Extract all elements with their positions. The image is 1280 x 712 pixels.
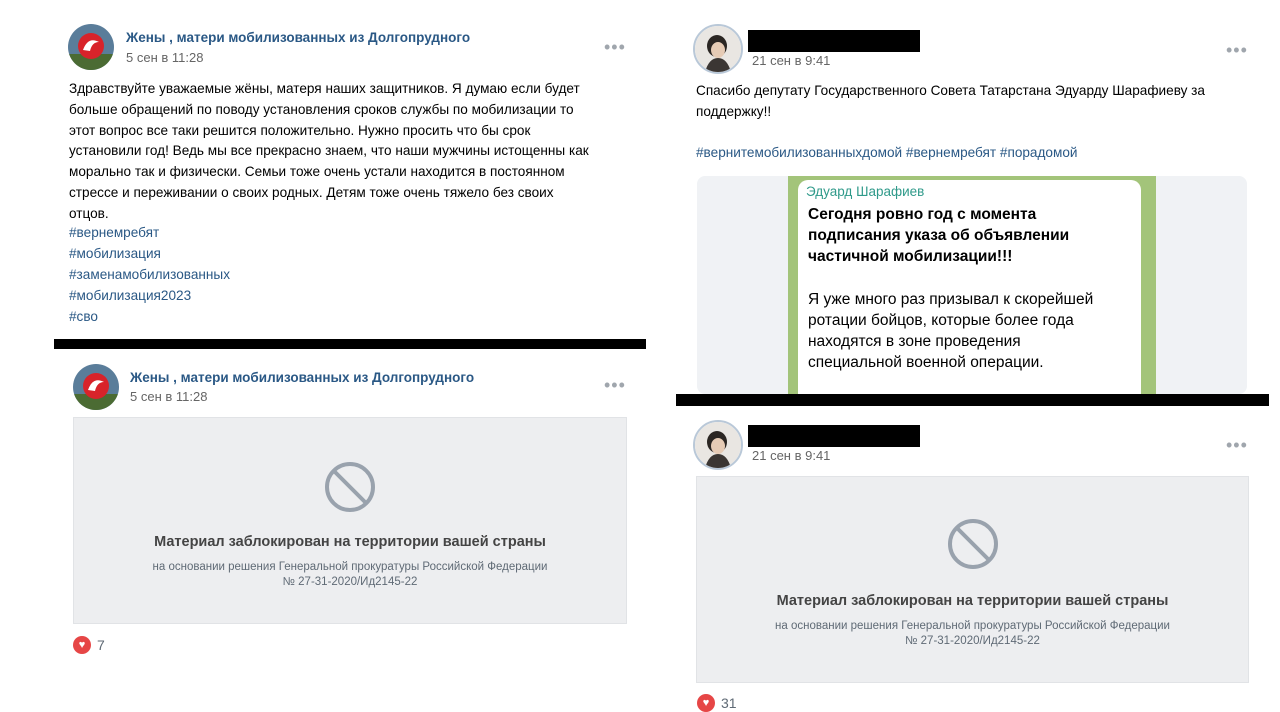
hashtag-link[interactable]: #заменамобилизованных: [69, 267, 230, 282]
quote-bold-text: Сегодня ровно год с момента подписания у…: [808, 204, 1069, 267]
hashtag-link[interactable]: #вернемребят: [69, 225, 159, 240]
blocked-content: Материал заблокирован на территории ваше…: [696, 476, 1249, 683]
text-line: Сегодня ровно год с момента: [808, 206, 1037, 223]
user-avatar[interactable]: [693, 24, 743, 74]
more-icon[interactable]: •••: [604, 376, 626, 394]
hashtag-link[interactable]: #сво: [69, 309, 98, 324]
post-time[interactable]: 21 сен в 9:41: [752, 448, 830, 463]
text-line: Спасибо депутату Государственного Совета…: [696, 83, 1205, 98]
more-icon[interactable]: •••: [1226, 436, 1248, 454]
text-line: Я уже много раз призывал к скорейшей: [808, 291, 1094, 308]
text-line: подписания указа об объявлении: [808, 227, 1070, 244]
redacted-name: [748, 425, 920, 447]
community-logo-icon: [73, 364, 119, 410]
text-line: отцов.: [69, 205, 109, 221]
post-time[interactable]: 21 сен в 9:41: [752, 53, 830, 68]
text-line: находятся в зоне проведения: [808, 333, 1021, 350]
blocked-content: Материал заблокирован на территории ваше…: [73, 417, 627, 624]
text-line: стрессе и переживании о своих родных. Де…: [69, 184, 554, 200]
blocked-reason: на основании решения Генеральной прокура…: [152, 561, 548, 573]
heart-icon: ♥: [697, 694, 715, 712]
like-count: 31: [721, 695, 737, 711]
heart-icon: ♥: [73, 636, 91, 654]
community-avatar[interactable]: [73, 364, 119, 410]
user-photo-icon: [695, 422, 741, 468]
attached-screenshot[interactable]: Эдуард Шарафиев Сегодня ровно год с моме…: [697, 176, 1247, 394]
post-text: Спасибо депутату Государственного Совета…: [696, 81, 1256, 123]
user-photo-icon: [695, 26, 741, 72]
text-line: этот вопрос все таки решится положительн…: [69, 122, 531, 138]
user-avatar[interactable]: [693, 420, 743, 470]
post-author[interactable]: Жены , матери мобилизованных из Долгопру…: [126, 30, 470, 45]
quote-author: Эдуард Шарафиев: [806, 184, 925, 199]
quote-normal-text: Я уже много раз призывал к скорейшей рот…: [808, 289, 1093, 373]
blocked-icon: [948, 519, 998, 569]
text-line: ротации бойцов, которые более года: [808, 312, 1074, 329]
redaction-divider: [676, 394, 1269, 406]
text-line: специальной военной операции.: [808, 354, 1044, 371]
blocked-title: Материал заблокирован на территории ваше…: [776, 593, 1169, 609]
text-line: морально так и физически. Семьи тоже оче…: [69, 164, 565, 180]
blocked-title: Материал заблокирован на территории ваше…: [154, 534, 546, 550]
blocked-reason-number: № 27-31-2020/Ид2145-22: [282, 576, 418, 588]
post-author[interactable]: Жены , матери мобилизованных из Долгопру…: [130, 370, 474, 385]
chat-bubble: Эдуард Шарафиев Сегодня ровно год с моме…: [798, 180, 1141, 394]
like-count: 7: [97, 637, 105, 653]
post-time[interactable]: 5 сен в 11:28: [126, 50, 203, 65]
blocked-icon: [325, 462, 375, 512]
post-text: Здравствуйте уважаемые жёны, матеря наши…: [69, 79, 649, 225]
text-line: частичной мобилизации!!!: [808, 248, 1013, 265]
community-avatar[interactable]: [68, 24, 114, 70]
hashtag-link[interactable]: #вернитемобилизованныхдомой #вернемребят…: [696, 145, 1078, 160]
hashtag-link[interactable]: #мобилизация: [69, 246, 161, 261]
like-button[interactable]: ♥ 7: [73, 636, 105, 654]
post-time[interactable]: 5 сен в 11:28: [130, 389, 207, 404]
more-icon[interactable]: •••: [604, 38, 626, 56]
hashtag-link[interactable]: #мобилизация2023: [69, 288, 191, 303]
blocked-reason: на основании решения Генеральной прокура…: [775, 620, 1170, 632]
text-line: больше обращений по поводу установления …: [69, 101, 574, 117]
more-icon[interactable]: •••: [1226, 41, 1248, 59]
blocked-reason-number: № 27-31-2020/Ид2145-22: [905, 635, 1040, 647]
community-logo-icon: [68, 24, 114, 70]
like-button[interactable]: ♥ 31: [697, 694, 737, 712]
text-line: Здравствуйте уважаемые жёны, матеря наши…: [69, 81, 580, 96]
redacted-name: [748, 30, 920, 52]
redaction-divider: [54, 339, 646, 349]
text-line: установили год! Ведь мы все прекрасно зн…: [69, 143, 589, 159]
text-line: поддержку!!: [696, 103, 772, 119]
